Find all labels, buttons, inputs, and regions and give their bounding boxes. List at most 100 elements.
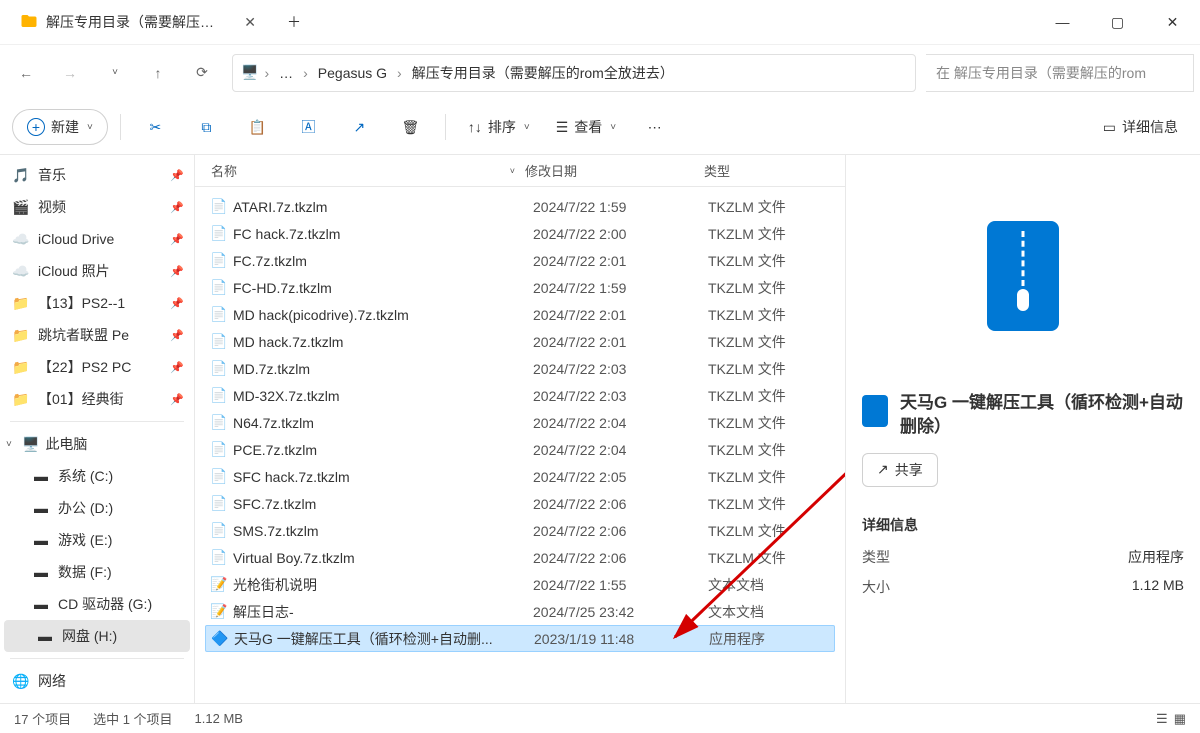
file-rows[interactable]: 📄ATARI.7z.tkzlm2024/7/22 1:59TKZLM 文件📄FC… <box>195 187 845 703</box>
back-button[interactable]: ← <box>6 53 46 93</box>
sidebar-quick-item[interactable]: 📁【13】PS2--1📌 <box>0 287 194 319</box>
item-label: 【13】PS2--1 <box>38 293 170 313</box>
column-type-header[interactable]: 类型 <box>700 161 845 180</box>
tiles-view-button[interactable]: ▦ <box>1174 711 1186 727</box>
file-row[interactable]: 📝解压日志-2024/7/25 23:42文本文档 <box>205 598 835 625</box>
sidebar-drive-item[interactable]: ▬数据 (F:) <box>0 556 194 588</box>
pin-icon[interactable]: 📌 <box>170 393 184 406</box>
sidebar-drive-item[interactable]: ▬系统 (C:) <box>0 460 194 492</box>
file-date: 2024/7/22 2:04 <box>533 415 708 431</box>
file-row[interactable]: 📄ATARI.7z.tkzlm2024/7/22 1:59TKZLM 文件 <box>205 193 835 220</box>
share-button[interactable]: ↗ 共享 <box>862 453 938 487</box>
folder-icon <box>20 12 38 33</box>
tab-close-button[interactable]: ✕ <box>244 14 256 31</box>
paste-button[interactable]: 📋 <box>235 109 280 145</box>
file-row[interactable]: 📄FC.7z.tkzlm2024/7/22 2:01TKZLM 文件 <box>205 247 835 274</box>
new-tab-button[interactable]: ＋ <box>278 6 310 38</box>
item-icon: 📁 <box>10 391 32 408</box>
pin-icon[interactable]: 📌 <box>170 361 184 374</box>
file-row[interactable]: 📄FC-HD.7z.tkzlm2024/7/22 1:59TKZLM 文件 <box>205 274 835 301</box>
copy-button[interactable]: ⧉ <box>184 109 229 145</box>
sidebar-drive-item[interactable]: ▬网盘 (H:) <box>4 620 190 652</box>
file-row[interactable]: 📄FC hack.7z.tkzlm2024/7/22 2:00TKZLM 文件 <box>205 220 835 247</box>
refresh-button[interactable]: ⟳ <box>182 53 222 93</box>
column-headers[interactable]: 名称 ˅ 修改日期 类型 <box>195 155 845 187</box>
file-row[interactable]: 📄N64.7z.tkzlm2024/7/22 2:04TKZLM 文件 <box>205 409 835 436</box>
file-row[interactable]: 📄MD.7z.tkzlm2024/7/22 2:03TKZLM 文件 <box>205 355 835 382</box>
details-view-button[interactable]: ☰ <box>1156 711 1168 727</box>
breadcrumb-ellipsis[interactable]: … <box>275 63 297 83</box>
sidebar-quick-item[interactable]: 📁【22】PS2 PC📌 <box>0 351 194 383</box>
sidebar-quick-item[interactable]: 🎵音乐📌 <box>0 159 194 191</box>
file-icon: 📄 <box>205 468 233 485</box>
file-row[interactable]: 📄MD hack(picodrive).7z.tkzlm2024/7/22 2:… <box>205 301 835 328</box>
close-button[interactable]: ✕ <box>1145 0 1200 45</box>
more-button[interactable]: ⋯ <box>632 109 677 145</box>
sidebar-quick-item[interactable]: ☁️iCloud Drive📌 <box>0 223 194 255</box>
sidebar-quick-item[interactable]: 📁跳坑者联盟 Pe📌 <box>0 319 194 351</box>
file-icon: 🔷 <box>206 630 234 647</box>
breadcrumb-segment[interactable]: Pegasus G <box>314 63 391 83</box>
minimize-button[interactable]: — <box>1035 0 1090 45</box>
share-button[interactable]: ↗ <box>337 109 382 145</box>
file-row[interactable]: 📄SMS.7z.tkzlm2024/7/22 2:06TKZLM 文件 <box>205 517 835 544</box>
sidebar-drive-item[interactable]: ▬CD 驱动器 (G:) <box>0 588 194 620</box>
file-row[interactable]: 📄SFC hack.7z.tkzlm2024/7/22 2:05TKZLM 文件 <box>205 463 835 490</box>
pin-icon[interactable]: 📌 <box>170 329 184 342</box>
view-button[interactable]: ☰ 查看 ˅ <box>546 109 626 145</box>
sidebar-drive-item[interactable]: ▬办公 (D:) <box>0 492 194 524</box>
file-type: TKZLM 文件 <box>708 521 835 541</box>
breadcrumb[interactable]: 🖥️ › … › Pegasus G › 解压专用目录（需要解压的rom全放进去… <box>232 54 916 92</box>
forward-button[interactable]: → <box>50 53 90 93</box>
search-input[interactable]: 在 解压专用目录（需要解压的rom <box>926 54 1194 92</box>
file-row[interactable]: 📄Virtual Boy.7z.tkzlm2024/7/22 2:06TKZLM… <box>205 544 835 571</box>
drive-label: 系统 (C:) <box>58 466 184 486</box>
file-row[interactable]: 📄SFC.7z.tkzlm2024/7/22 2:06TKZLM 文件 <box>205 490 835 517</box>
sidebar[interactable]: 🎵音乐📌🎬视频📌☁️iCloud Drive📌☁️iCloud 照片📌📁【13】… <box>0 155 195 703</box>
browser-tab[interactable]: 解压专用目录（需要解压的rom ✕ <box>8 5 268 40</box>
delete-button[interactable]: 🗑 <box>388 109 433 145</box>
file-row[interactable]: 📄MD-32X.7z.tkzlm2024/7/22 2:03TKZLM 文件 <box>205 382 835 409</box>
file-row[interactable]: 📝光枪街机说明2024/7/22 1:55文本文档 <box>205 571 835 598</box>
pc-icon[interactable]: 🖥️ <box>241 64 258 81</box>
file-name: Virtual Boy.7z.tkzlm <box>233 550 533 566</box>
chevron-right-icon: › <box>264 65 269 81</box>
file-row[interactable]: 🔷天马G 一键解压工具（循环检测+自动删...2023/1/19 11:48应用… <box>205 625 835 652</box>
file-row[interactable]: 📄PCE.7z.tkzlm2024/7/22 2:04TKZLM 文件 <box>205 436 835 463</box>
column-date-header[interactable]: 修改日期 <box>525 161 700 180</box>
toolbar: + 新建 ˅ ✂ ⧉ 📋 🄰 ↗ 🗑 ↑↓ 排序 ˅ ☰ 查看 ˅ ⋯ ▭ 详细… <box>0 100 1200 155</box>
column-name-header[interactable]: 名称 ˅ <box>195 161 525 180</box>
item-icon: 📁 <box>10 359 32 376</box>
pin-icon[interactable]: 📌 <box>170 265 184 278</box>
details-toggle-button[interactable]: ▭ 详细信息 <box>1093 109 1188 145</box>
pin-icon[interactable]: 📌 <box>170 233 184 246</box>
sidebar-quick-item[interactable]: ☁️iCloud 照片📌 <box>0 255 194 287</box>
network-item[interactable]: 🌐 网络 <box>0 665 194 697</box>
this-pc-header[interactable]: ˅ 🖥️ 此电脑 <box>0 428 194 460</box>
up-button[interactable]: ↑ <box>138 53 178 93</box>
pin-icon[interactable]: 📌 <box>170 297 184 310</box>
file-date: 2023/1/19 11:48 <box>534 631 709 647</box>
sort-indicator-icon: ˅ <box>510 166 515 176</box>
chevron-down-icon: ˅ <box>87 122 93 133</box>
breadcrumb-segment[interactable]: 解压专用目录（需要解压的rom全放进去） <box>408 61 678 85</box>
pin-icon[interactable]: 📌 <box>170 201 184 214</box>
file-date: 2024/7/22 2:05 <box>533 469 708 485</box>
file-icon: 📄 <box>205 225 233 242</box>
separator <box>120 114 121 140</box>
sidebar-quick-item[interactable]: 🎬视频📌 <box>0 191 194 223</box>
sort-button[interactable]: ↑↓ 排序 ˅ <box>458 109 540 145</box>
file-name: N64.7z.tkzlm <box>233 415 533 431</box>
rename-button[interactable]: 🄰 <box>286 109 331 145</box>
cut-button[interactable]: ✂ <box>133 109 178 145</box>
sidebar-quick-item[interactable]: 📁【01】经典街📌 <box>0 383 194 415</box>
pin-icon[interactable]: 📌 <box>170 169 184 182</box>
file-icon: 📄 <box>205 549 233 566</box>
file-name: MD.7z.tkzlm <box>233 361 533 377</box>
new-button[interactable]: + 新建 ˅ <box>12 109 108 145</box>
recent-dropdown[interactable]: ˅ <box>94 53 134 93</box>
sidebar-drive-item[interactable]: ▬游戏 (E:) <box>0 524 194 556</box>
maximize-button[interactable]: ▢ <box>1090 0 1145 45</box>
file-row[interactable]: 📄MD hack.7z.tkzlm2024/7/22 2:01TKZLM 文件 <box>205 328 835 355</box>
file-date: 2024/7/25 23:42 <box>533 604 708 620</box>
